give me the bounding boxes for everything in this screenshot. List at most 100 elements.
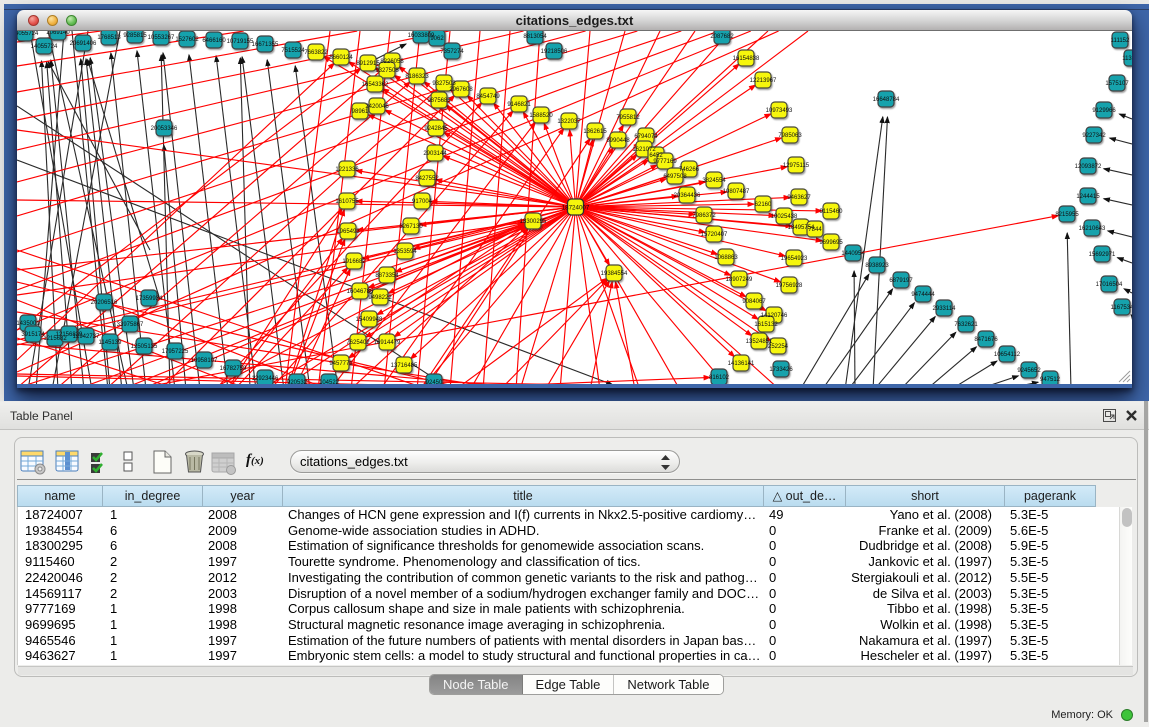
svg-text:1610755: 1610755 [335,199,359,205]
svg-text:15409948: 15409948 [356,317,383,323]
svg-text:8454749: 8454749 [476,94,500,100]
svg-text:7986372: 7986372 [692,213,716,219]
svg-text:16543362: 16543362 [362,82,389,88]
svg-text:1916682: 1916682 [342,259,366,265]
svg-text:9457771: 9457771 [329,361,353,367]
svg-text:7357274: 7357274 [440,49,464,55]
svg-text:1221336: 1221336 [335,167,359,173]
svg-text:1768513: 1768513 [97,35,121,41]
svg-text:16782759: 16782759 [220,366,247,372]
svg-text:20691406: 20691406 [70,41,97,47]
svg-text:92450: 92450 [426,380,443,384]
svg-text:7632621: 7632621 [954,322,978,328]
svg-text:9875685: 9875685 [427,98,451,104]
svg-text:2933114: 2933114 [933,306,957,312]
svg-text:62160: 62160 [755,202,772,208]
svg-text:15720407: 15720407 [701,232,728,238]
svg-text:1527602: 1527602 [175,37,199,43]
svg-text:12213967: 12213967 [750,78,777,84]
svg-text:9463627: 9463627 [787,195,811,201]
svg-text:33975867: 33975867 [117,322,144,328]
svg-text:1362615: 1362615 [583,129,607,135]
svg-text:98961: 98961 [352,109,369,115]
svg-text:947512: 947512 [1040,377,1061,383]
svg-text:920532: 920532 [287,380,308,384]
svg-text:1244415: 1244415 [1076,194,1100,200]
svg-text:1435001: 1435001 [17,321,40,327]
svg-text:16914479: 16914479 [374,340,401,346]
svg-text:16154838: 16154838 [733,56,760,62]
svg-text:1353594: 1353594 [393,249,417,255]
svg-text:252254: 252254 [768,344,789,350]
svg-text:12942737: 12942737 [73,334,100,340]
svg-text:8267130: 8267130 [399,224,423,230]
svg-text:20053346: 20053346 [151,126,178,132]
svg-text:12923446: 12923446 [252,376,279,382]
svg-text:10654112: 10654112 [994,352,1021,358]
svg-text:111152: 111152 [1111,38,1130,44]
svg-text:7515524: 7515524 [281,48,305,54]
svg-text:10719155: 10719155 [227,39,254,45]
svg-text:7663822: 7663822 [304,50,328,56]
svg-text:12093872: 12093872 [1075,164,1102,170]
svg-text:15692971: 15692971 [1089,252,1116,258]
svg-text:16648784: 16648784 [873,97,900,103]
svg-text:9129966: 9129966 [1092,108,1116,114]
svg-text:7844: 7844 [808,227,822,233]
svg-text:10807487: 10807487 [723,189,750,195]
svg-text:8215955: 8215955 [1055,212,1079,218]
svg-text:9227342: 9227342 [1082,133,1106,139]
svg-text:1167534: 1167534 [1111,305,1132,311]
svg-text:8813054: 8813054 [523,34,547,40]
svg-text:3915174: 3915174 [21,332,45,338]
svg-text:10958107: 10958107 [191,358,218,364]
svg-text:14055724: 14055724 [31,44,58,50]
svg-text:7955812: 7955812 [616,115,640,121]
svg-text:18300295: 18300295 [520,219,547,225]
svg-text:19384554: 19384554 [601,271,628,277]
svg-text:12505135: 12505135 [131,344,158,350]
svg-text:8226058: 8226058 [380,59,404,65]
svg-text:12975115: 12975115 [783,163,810,169]
svg-text:104522: 104522 [319,380,340,384]
svg-text:7985063: 7985063 [778,133,802,139]
svg-text:2069140: 2069140 [46,31,70,36]
svg-text:9062: 9062 [430,36,444,42]
svg-text:10973493: 10973493 [766,108,793,114]
svg-text:7625402: 7625402 [346,340,370,346]
svg-text:6466160: 6466160 [202,38,226,44]
svg-text:1615132: 1615132 [754,322,778,328]
svg-text:9084067: 9084067 [742,299,766,305]
svg-text:9498222: 9498222 [368,295,392,301]
svg-text:1440954: 1440954 [841,251,865,257]
svg-text:13716485: 13716485 [391,363,418,369]
svg-text:10025438: 10025438 [771,214,798,220]
svg-text:20206516: 20206516 [91,300,118,306]
svg-text:746266: 746266 [679,167,700,173]
svg-text:9146821: 9146821 [507,102,531,108]
svg-text:2087682: 2087682 [710,34,734,40]
svg-text:1733426: 1733426 [769,367,793,373]
svg-text:113254: 113254 [1122,56,1132,62]
svg-text:1575107: 1575107 [1105,81,1129,87]
svg-text:9699695: 9699695 [819,240,843,246]
svg-text:9327508: 9327508 [375,68,399,74]
svg-text:8938923: 8938923 [865,263,889,269]
svg-text:9245652: 9245652 [1017,368,1041,374]
svg-text:14120746: 14120746 [761,313,788,319]
svg-text:917004: 917004 [412,199,433,205]
svg-text:18907249: 18907249 [726,277,753,283]
svg-text:17016504: 17016504 [1096,282,1123,288]
svg-text:2420046: 2420046 [365,104,389,110]
svg-text:10553267: 10553267 [148,35,175,41]
svg-text:19756928: 19756928 [776,283,803,289]
svg-text:2903144: 2903144 [423,151,447,157]
svg-text:24055724: 24055724 [17,31,39,37]
svg-text:14136141: 14136141 [728,361,755,367]
svg-text:1588520: 1588520 [529,113,553,119]
svg-text:1145139: 1145139 [99,340,123,346]
svg-text:16671355: 16671355 [252,42,279,48]
svg-text:18724007: 18724007 [562,205,590,212]
svg-text:6794074: 6794074 [634,134,658,140]
svg-text:9777169: 9777169 [653,159,677,165]
